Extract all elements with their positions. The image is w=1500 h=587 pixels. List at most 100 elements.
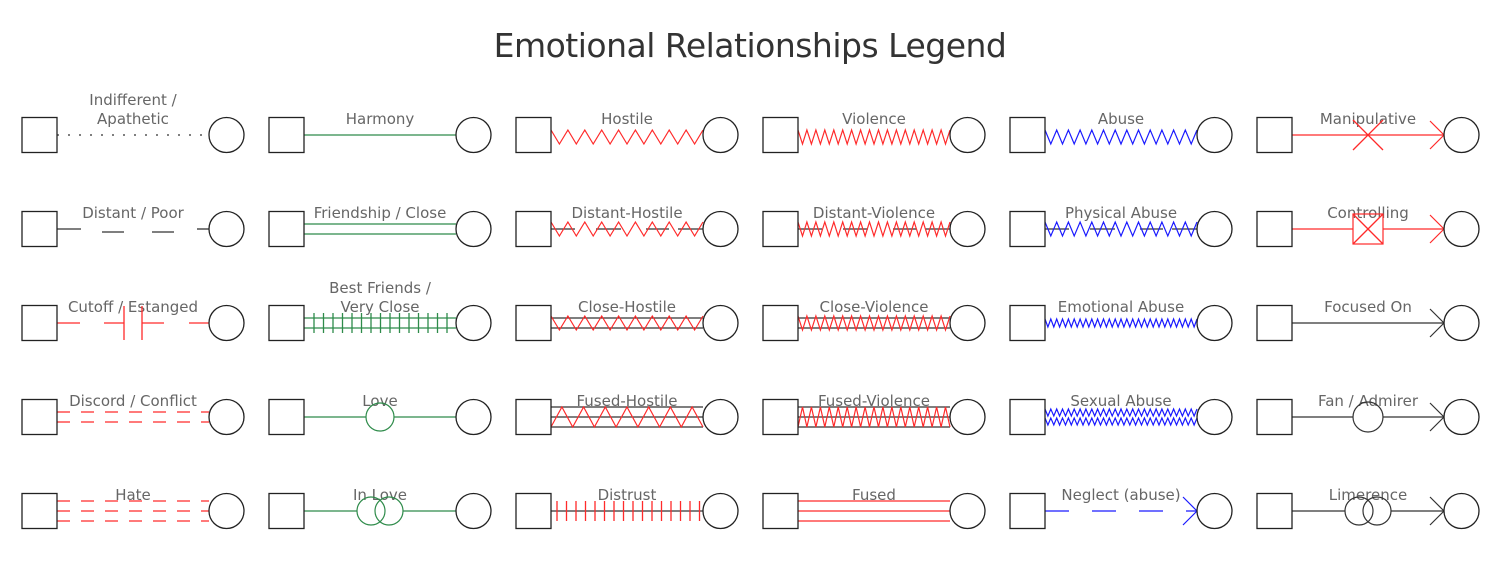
male-square-icon	[21, 116, 58, 154]
male-square-icon	[268, 398, 305, 436]
legend-item-label: Hostile	[601, 110, 653, 128]
male-square-icon	[1009, 398, 1046, 436]
label-line: Close-Hostile	[578, 298, 676, 316]
legend-item: Hate	[21, 486, 245, 530]
legend-item: Fused-Violence	[762, 392, 986, 436]
zigzag-line	[1044, 128, 1198, 146]
label-line: Physical Abuse	[1065, 204, 1177, 222]
legend-item-label: Limerence	[1329, 486, 1407, 504]
male-square-icon	[515, 398, 552, 436]
label-line: Focused On	[1324, 298, 1412, 316]
legend-item-label: Violence	[842, 110, 906, 128]
legend-item: Violence	[762, 110, 986, 154]
female-circle-icon	[1196, 116, 1233, 154]
female-circle-icon	[208, 398, 245, 436]
male-square-icon	[268, 210, 305, 248]
female-circle-icon	[702, 116, 739, 154]
female-circle-icon	[1196, 210, 1233, 248]
zigzag-line	[1044, 317, 1198, 329]
legend-item-label: Harmony	[346, 110, 415, 128]
male-square-icon	[1009, 116, 1046, 154]
legend-item: Distant-Violence	[762, 204, 986, 248]
legend-item: Close-Violence	[762, 298, 986, 342]
male-square-icon	[762, 116, 799, 154]
male-square-icon	[762, 398, 799, 436]
legend-item: Love	[268, 392, 492, 436]
female-circle-icon	[1196, 492, 1233, 530]
legend-item-label: Best Friends / Very Close	[329, 279, 432, 316]
female-circle-icon	[455, 492, 492, 530]
legend-item-label: Discord / Conflict	[69, 392, 197, 410]
legend-item: Distant-Hostile	[515, 204, 739, 248]
female-circle-icon	[949, 116, 986, 154]
female-circle-icon	[1196, 304, 1233, 342]
legend-item: Indifferent / Apathetic	[21, 91, 245, 154]
label-line: Controlling	[1327, 204, 1409, 222]
legend-item-label: Distrust	[598, 486, 657, 504]
male-square-icon	[1256, 210, 1293, 248]
legend-item: Abuse	[1009, 110, 1233, 154]
legend-item-label: Distant-Violence	[813, 204, 935, 222]
legend-item-label: Emotional Abuse	[1058, 298, 1184, 316]
female-circle-icon	[208, 492, 245, 530]
female-circle-icon	[208, 304, 245, 342]
female-circle-icon	[1443, 492, 1480, 530]
female-circle-icon	[1443, 398, 1480, 436]
label-line: Distant-Violence	[813, 204, 935, 222]
legend-item: In Love	[268, 486, 492, 530]
legend-item-label: Distant-Hostile	[571, 204, 682, 222]
male-square-icon	[1256, 304, 1293, 342]
label-line: Fan / Admirer	[1318, 392, 1419, 410]
legend-item: Close-Hostile	[515, 298, 739, 342]
label-line: Friendship / Close	[314, 204, 447, 222]
female-circle-icon	[702, 304, 739, 342]
female-circle-icon	[949, 210, 986, 248]
zigzag-line	[1044, 407, 1198, 418]
legend-item-label: Neglect (abuse)	[1061, 486, 1180, 504]
zigzag-line	[797, 128, 951, 146]
female-circle-icon	[1196, 398, 1233, 436]
legend-item: Limerence	[1256, 486, 1480, 530]
legend-item: Manipulative	[1256, 110, 1480, 154]
male-square-icon	[762, 210, 799, 248]
legend-item: Neglect (abuse)	[1009, 486, 1233, 530]
legend-item: Physical Abuse	[1009, 204, 1233, 248]
legend-item: Friendship / Close	[268, 204, 492, 248]
label-line: Best Friends /	[329, 279, 432, 297]
label-line: Indifferent /	[89, 91, 177, 109]
zigzag-line	[1044, 416, 1198, 427]
label-line: Harmony	[346, 110, 415, 128]
male-square-icon	[1009, 304, 1046, 342]
legend-item: Cutoff / Estanged	[21, 298, 245, 342]
legend-item-label: Abuse	[1098, 110, 1144, 128]
label-line: Love	[362, 392, 397, 410]
label-line: Manipulative	[1320, 110, 1416, 128]
male-square-icon	[1009, 492, 1046, 530]
legend-item-label: Controlling	[1327, 204, 1409, 222]
female-circle-icon	[702, 210, 739, 248]
male-square-icon	[515, 116, 552, 154]
male-square-icon	[1009, 210, 1046, 248]
label-line: Close-Violence	[819, 298, 928, 316]
male-square-icon	[21, 492, 58, 530]
legend-item: Distant / Poor	[21, 204, 245, 248]
label-line: Distant / Poor	[82, 204, 184, 222]
legend-item: Fused-Hostile	[515, 392, 739, 436]
label-line: Sexual Abuse	[1070, 392, 1171, 410]
male-square-icon	[515, 492, 552, 530]
legend-item: Emotional Abuse	[1009, 298, 1233, 342]
male-square-icon	[762, 304, 799, 342]
male-square-icon	[515, 304, 552, 342]
label-line: Emotional Abuse	[1058, 298, 1184, 316]
legend-item: Fan / Admirer	[1256, 392, 1480, 436]
legend-item: Controlling	[1256, 204, 1480, 248]
legend-item: Fused	[762, 486, 986, 530]
legend-item-label: Fan / Admirer	[1318, 392, 1419, 410]
male-square-icon	[268, 492, 305, 530]
legend-item-label: Physical Abuse	[1065, 204, 1177, 222]
female-circle-icon	[455, 398, 492, 436]
legend-item: Distrust	[515, 486, 739, 530]
female-circle-icon	[702, 398, 739, 436]
female-circle-icon	[949, 304, 986, 342]
legend-item-label: Indifferent / Apathetic	[89, 91, 177, 128]
